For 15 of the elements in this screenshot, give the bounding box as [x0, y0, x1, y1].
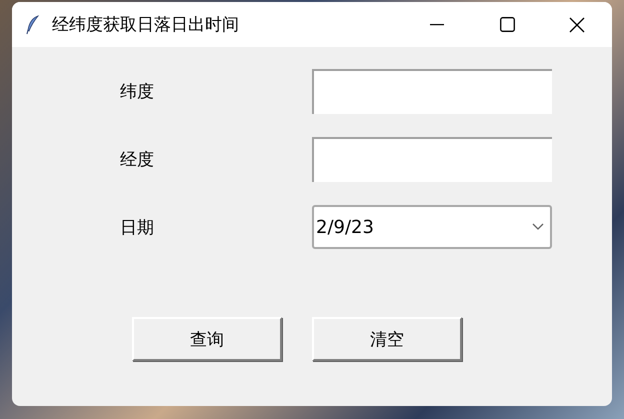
date-dropdown[interactable]: 2/9/23 [312, 205, 552, 249]
close-icon [569, 16, 585, 32]
action-button[interactable]: 清空 [312, 317, 462, 361]
input-field[interactable] [312, 137, 552, 182]
maximize-icon [500, 17, 514, 32]
input-field[interactable] [312, 69, 552, 114]
feather-icon [26, 14, 40, 34]
window-title: 经纬度获取日落日出时间 [52, 14, 240, 36]
field-label: 日期 [119, 216, 155, 238]
field-label: 经度 [119, 149, 155, 171]
action-button[interactable]: 查询 [132, 317, 282, 361]
chevron-down-icon [532, 223, 544, 231]
minimize-icon [430, 24, 444, 26]
date-value: 2/9/23 [316, 216, 375, 238]
field-label: 纬度 [119, 81, 155, 103]
